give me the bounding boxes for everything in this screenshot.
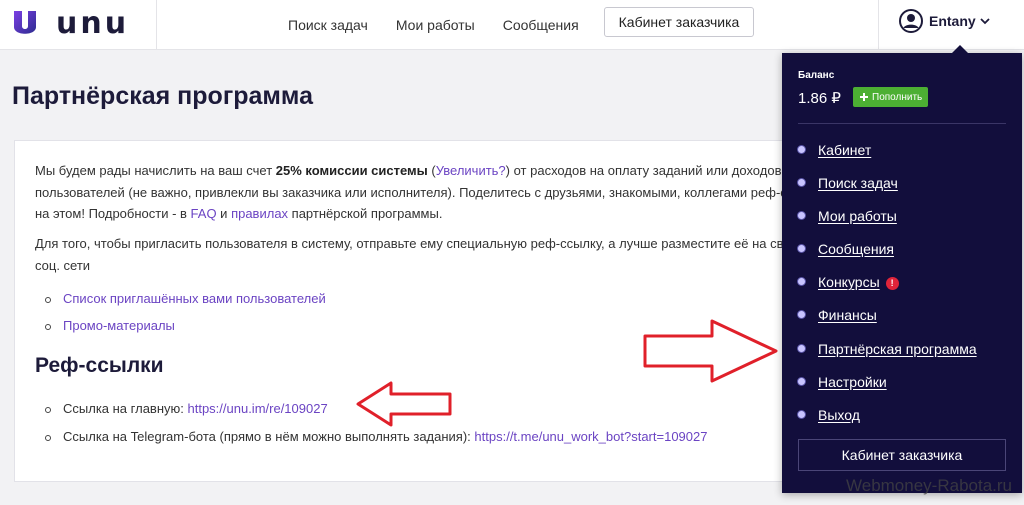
menu-item-finances[interactable]: Финансы bbox=[798, 302, 977, 335]
menu-item-messages[interactable]: Сообщения bbox=[798, 236, 977, 269]
menu-item-settings[interactable]: Настройки bbox=[798, 369, 977, 402]
nav-messages[interactable]: Сообщения bbox=[503, 17, 579, 33]
balance-label: Баланс bbox=[798, 70, 835, 81]
plus-icon bbox=[860, 93, 868, 101]
topup-label: Пополнить bbox=[872, 91, 923, 103]
promo-materials-link[interactable]: Промо-материалы bbox=[63, 318, 175, 333]
top-header: unu Поиск задач Мои работы Сообщения Каб… bbox=[0, 0, 1024, 50]
page-title: Партнёрская программа bbox=[12, 82, 313, 110]
header-divider bbox=[156, 0, 157, 50]
rules-link[interactable]: правилах bbox=[231, 206, 288, 221]
user-menu-toggle[interactable]: Entany bbox=[899, 8, 990, 34]
intro-paragraph: Мы будем рады начислить на ваш счет 25% … bbox=[35, 160, 843, 225]
menu-item-contests[interactable]: Конкурсы! bbox=[798, 269, 977, 302]
nav-my-works[interactable]: Мои работы bbox=[396, 17, 475, 33]
menu-item-label: Партнёрская программа bbox=[818, 340, 977, 357]
chevron-down-icon bbox=[980, 18, 990, 25]
ref-main-label: Ссылка на главную: bbox=[63, 401, 188, 416]
user-dropdown-menu: Баланс 1.86 ₽ Пополнить Кабинет Поиск за… bbox=[782, 45, 1022, 493]
logo-text: unu bbox=[56, 6, 130, 41]
dropdown-customer-cabinet-button[interactable]: Кабинет заказчика bbox=[798, 439, 1006, 471]
menu-item-logout[interactable]: Выход bbox=[798, 402, 977, 435]
menu-item-search-tasks[interactable]: Поиск задач bbox=[798, 170, 977, 203]
invite-text: Для того, чтобы пригласить пользователя … bbox=[35, 236, 843, 251]
menu-item-label: Финансы bbox=[818, 307, 877, 324]
right-arrow-icon bbox=[643, 319, 778, 383]
menu-item-label: Настройки bbox=[818, 373, 887, 390]
menu-item-label: Выход bbox=[818, 406, 860, 423]
alert-badge-icon: ! bbox=[885, 277, 899, 291]
logo-mark-icon bbox=[14, 11, 36, 34]
list-item: Ссылка на Telegram-бота (прямо в нём мож… bbox=[43, 429, 707, 457]
commission-highlight: 25% комиссии системы bbox=[275, 163, 428, 178]
invite-paragraph: Для того, чтобы пригласить пользователя … bbox=[35, 233, 843, 276]
menu-item-label: Конкурсы bbox=[818, 274, 880, 291]
balance-value: 1.86 ₽ bbox=[798, 90, 841, 107]
menu-item-label: Кабинет bbox=[818, 142, 872, 158]
faq-link[interactable]: FAQ bbox=[191, 206, 217, 221]
header-divider bbox=[878, 0, 879, 50]
main-nav: Поиск задач Мои работы Сообщения bbox=[288, 0, 607, 50]
logo[interactable]: unu bbox=[12, 8, 129, 40]
menu-item-label: Поиск задач bbox=[818, 175, 898, 192]
customer-cabinet-button[interactable]: Кабинет заказчика bbox=[604, 7, 754, 37]
ref-bot-url[interactable]: https://t.me/unu_work_bot?start=109027 bbox=[474, 429, 707, 444]
menu-item-partner-program[interactable]: Партнёрская программа bbox=[798, 336, 977, 369]
nav-search-tasks[interactable]: Поиск задач bbox=[288, 17, 368, 33]
intro-text: Мы будем рады начислить на ваш счет bbox=[35, 163, 276, 178]
username: Entany bbox=[929, 13, 976, 29]
menu-item-label: Мои работы bbox=[818, 208, 897, 225]
intro-text: на этом! Подробности - в bbox=[35, 206, 191, 221]
ref-links-heading: Реф-ссылки bbox=[35, 354, 164, 377]
intro-text: и bbox=[216, 206, 232, 221]
intro-text: ( bbox=[427, 163, 436, 178]
partner-program-card: Мы будем рады начислить на ваш счет 25% … bbox=[14, 140, 844, 482]
watermark: Webmoney-Rabota.ru bbox=[846, 476, 1012, 495]
list-item: Список приглашённых вами пользователей bbox=[43, 291, 326, 318]
menu-item-cabinet[interactable]: Кабинет bbox=[798, 137, 977, 170]
intro-text: пользователей (не важно, привлекли вы за… bbox=[35, 184, 843, 200]
invited-users-link[interactable]: Список приглашённых вами пользователей bbox=[63, 291, 326, 306]
topup-button[interactable]: Пополнить bbox=[853, 87, 929, 107]
invite-text: соц. сети bbox=[35, 257, 91, 273]
user-avatar-icon bbox=[899, 9, 923, 33]
menu-item-label: Сообщения bbox=[818, 241, 894, 258]
dropdown-menu-list: Кабинет Поиск задач Мои работы Сообщения… bbox=[798, 137, 977, 435]
increase-link[interactable]: Увеличить? bbox=[436, 163, 506, 178]
menu-item-my-works[interactable]: Мои работы bbox=[798, 203, 977, 236]
partner-links-list: Список приглашённых вами пользователей П… bbox=[43, 291, 326, 345]
ref-main-url[interactable]: https://unu.im/re/109027 bbox=[187, 401, 327, 416]
left-arrow-icon bbox=[356, 381, 452, 427]
intro-text: партнёрской программы. bbox=[288, 206, 443, 221]
ref-bot-label: Ссылка на Telegram-бота (прямо в нём мож… bbox=[63, 429, 475, 444]
dropdown-divider bbox=[798, 123, 1006, 124]
list-item: Промо-материалы bbox=[43, 318, 326, 345]
